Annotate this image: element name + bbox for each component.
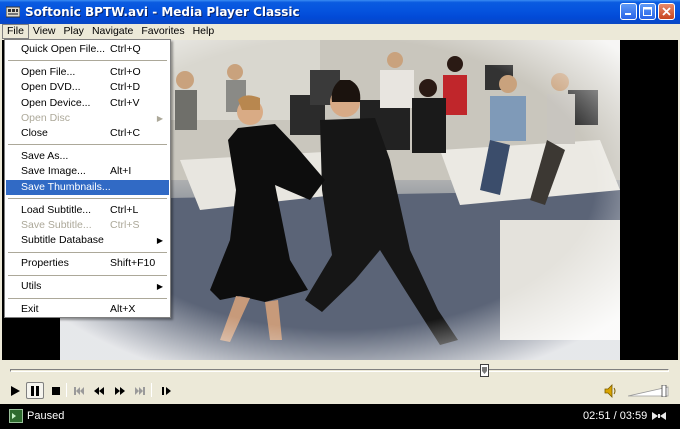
minimize-icon[interactable] [620, 3, 637, 20]
menu-item-label: Open Device... [21, 96, 91, 109]
control-toolbar [0, 378, 680, 403]
rewind-icon[interactable] [90, 382, 108, 399]
menu-item-subtitle-database[interactable]: Subtitle Database ▶ [6, 233, 169, 248]
seek-track[interactable] [10, 369, 669, 372]
status-icon [9, 409, 23, 423]
volume-thumb[interactable] [661, 385, 667, 397]
menu-item-exit[interactable]: Exit Alt+X [6, 302, 169, 317]
close-icon[interactable] [658, 3, 675, 20]
playback-state: Paused [27, 410, 65, 422]
submenu-arrow-icon: ▶ [156, 236, 163, 246]
menu-item-close[interactable]: Close Ctrl+C [6, 126, 169, 141]
menu-view[interactable]: View [29, 24, 60, 39]
submenu-arrow-icon: ▶ [156, 113, 163, 123]
menu-file[interactable]: File [2, 24, 29, 39]
window-title: Softonic BPTW.avi - Media Player Classic [25, 5, 300, 19]
file-menu-dropdown: Quick Open File... Ctrl+Q Open File... Ctr… [4, 39, 171, 318]
title-bar[interactable]: Softonic BPTW.avi - Media Player Classic [0, 0, 680, 24]
skip-forward-icon [131, 382, 149, 399]
menu-item-shortcut: Ctrl+O [110, 65, 141, 78]
menu-item-shortcut: Alt+I [110, 165, 132, 178]
menu-item-label: Save As... [21, 150, 69, 163]
maximize-icon[interactable] [639, 3, 656, 20]
menu-item-save-image[interactable]: Save Image... Alt+I [6, 164, 169, 179]
stop-icon[interactable] [47, 382, 65, 399]
menu-separator [6, 249, 169, 257]
menu-item-label: Properties [21, 257, 69, 270]
menu-item-shortcut: Ctrl+Q [110, 43, 141, 55]
menu-favorites[interactable]: Favorites [137, 24, 188, 39]
window-controls [620, 3, 675, 20]
toolbar-separator [66, 383, 67, 397]
menu-item-label: Utils [21, 280, 42, 293]
fast-forward-icon[interactable] [111, 382, 129, 399]
menu-separator [6, 195, 169, 203]
menu-item-shortcut: Ctrl+S [110, 219, 140, 232]
menu-separator [6, 141, 169, 149]
menu-item-label: Open Disc [21, 111, 71, 124]
menu-item-utils[interactable]: Utils ▶ [6, 279, 169, 294]
audio-track-icon[interactable] [650, 409, 668, 423]
submenu-arrow-icon: ▶ [156, 282, 163, 292]
toolbar-separator [151, 383, 152, 397]
menu-item-label: Subtitle Database [21, 234, 104, 247]
menu-item-open-dvd[interactable]: Open DVD... Ctrl+D [6, 80, 169, 95]
menu-item-save-thumbnails[interactable]: Save Thumbnails... [6, 179, 169, 196]
menu-item-label: Save Image... [21, 165, 86, 178]
menu-item-label: Close [21, 127, 48, 140]
pause-icon[interactable] [26, 382, 44, 399]
menu-separator [6, 57, 169, 65]
frame-step-icon[interactable] [158, 382, 176, 399]
menu-item-open-disc: Open Disc ▶ [6, 111, 169, 126]
menu-item-label: Load Subtitle... [21, 203, 92, 216]
menu-item-label: Exit [21, 303, 39, 316]
menu-item-label: Save Thumbnails... [21, 180, 111, 193]
menu-play[interactable]: Play [60, 24, 88, 39]
menu-item-open-device[interactable]: Open Device... Ctrl+V [6, 96, 169, 111]
status-bar: Paused 02:51 / 03:59 [0, 404, 680, 429]
menu-item-properties[interactable]: Properties Shift+F10 [6, 256, 169, 271]
menu-item-label: Open File... [21, 65, 76, 78]
play-icon[interactable] [6, 382, 24, 399]
menu-item-shortcut: Ctrl+C [110, 127, 141, 140]
menu-navigate[interactable]: Navigate [88, 24, 137, 39]
skip-back-icon [70, 382, 88, 399]
menu-item-load-subtitle[interactable]: Load Subtitle... Ctrl+L [6, 203, 169, 218]
menu-separator [6, 295, 169, 303]
volume-slider[interactable] [628, 385, 670, 397]
menu-item-shortcut: Shift+F10 [110, 257, 156, 270]
menu-item-save-as[interactable]: Save As... [6, 149, 169, 164]
menu-item-open-file[interactable]: Open File... Ctrl+O [6, 65, 169, 80]
menu-item-label: Quick Open File... [21, 43, 106, 55]
menu-item-save-subtitle: Save Subtitle... Ctrl+S [6, 218, 169, 233]
menu-item-label: Open DVD... [21, 81, 81, 94]
seek-bar-area [0, 360, 680, 378]
menu-item-label: Save Subtitle... [21, 219, 92, 232]
menu-item-shortcut: Ctrl+L [110, 203, 139, 216]
menu-help[interactable]: Help [189, 24, 219, 39]
playback-time: 02:51 / 03:59 [583, 410, 648, 422]
menu-bar: File View Play Navigate Favorites Help [0, 24, 680, 39]
menu-item-shortcut: Ctrl+D [110, 81, 141, 94]
menu-separator [6, 272, 169, 280]
menu-item-quick-open-file[interactable]: Quick Open File... Ctrl+Q [6, 42, 169, 57]
menu-item-shortcut: Ctrl+V [110, 96, 140, 109]
film-reel-icon [5, 4, 21, 20]
speaker-icon[interactable] [602, 382, 620, 399]
menu-item-shortcut: Alt+X [110, 303, 136, 316]
seek-thumb[interactable] [479, 364, 489, 377]
